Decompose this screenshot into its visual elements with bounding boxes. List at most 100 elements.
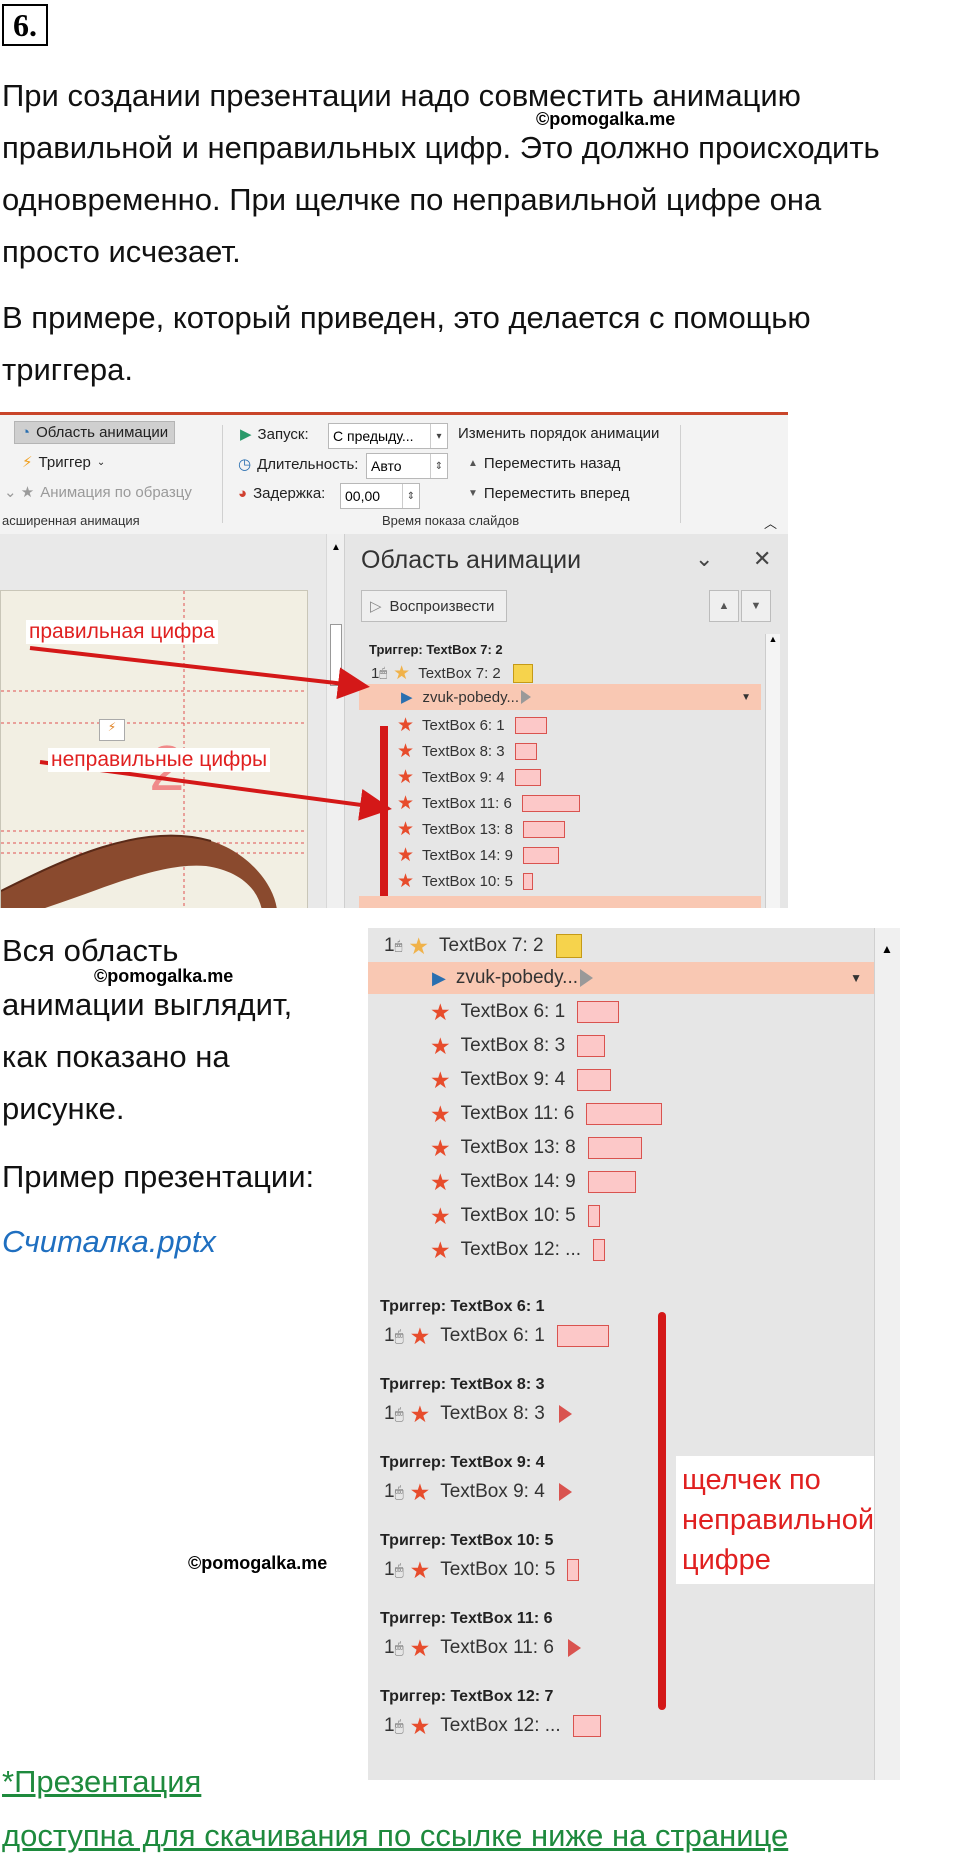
- list-item[interactable]: ★ TextBox 9: 4: [430, 1064, 612, 1096]
- scroll-up-icon[interactable]: ▲: [766, 634, 780, 644]
- list-item[interactable]: 1 🖱 ★ TextBox 7: 2: [371, 660, 761, 686]
- mouse-icon: 🖱: [394, 1561, 404, 1579]
- move-down-button[interactable]: ▼: [741, 590, 771, 622]
- list-item[interactable]: ★ TextBox 14: 9: [430, 1166, 636, 1198]
- effect-label: TextBox 11: 6: [460, 1103, 575, 1124]
- scroll-thumb[interactable]: [330, 624, 342, 686]
- list-item[interactable]: ★ TextBox 8: 3: [430, 1030, 606, 1062]
- pane-scrollbar[interactable]: ▲: [765, 634, 780, 908]
- sequence-number: 1: [384, 1325, 395, 1346]
- intro2-line-2: триггера.: [2, 352, 134, 387]
- effect-label: TextBox 9: 4: [460, 1069, 566, 1090]
- play-label: Воспроизвести: [389, 597, 495, 615]
- star-icon: ★: [409, 1322, 431, 1349]
- star-icon: ★: [409, 1634, 431, 1661]
- mouse-icon: 🖱: [394, 1405, 404, 1423]
- list-item[interactable]: ★ TextBox 9: 4: [397, 764, 541, 790]
- annotation-line: неправильной: [682, 1504, 875, 1536]
- effect-label: TextBox 13: 8: [460, 1137, 576, 1158]
- list-item[interactable]: 1 🖱 ★ TextBox 6: 1: [384, 1320, 609, 1352]
- screenshot-full-animation-pane: 1 🖱 ★ TextBox 7: 2 ▶ zvuk-pobedy... ▼ ★ Te…: [368, 928, 900, 1780]
- delay-field[interactable]: 00,00 ⇕: [340, 483, 420, 509]
- list-item[interactable]: ★ TextBox 12: ...: [430, 1234, 606, 1266]
- timeline-bar: [556, 1325, 609, 1347]
- list-item[interactable]: ★ TextBox 6: 1: [430, 996, 620, 1028]
- footer-link-line-1[interactable]: *Презентация: [2, 1764, 201, 1800]
- list-item[interactable]: ★ TextBox 11: 6: [430, 1098, 663, 1130]
- list-item[interactable]: ★ TextBox 10: 5: [430, 1200, 600, 1232]
- list-item[interactable]: ★ TextBox 14: 9: [397, 842, 559, 868]
- animation-pane: Область анимации ⌄ ✕ ▷ Воспроизвести ▲ ▼…: [344, 534, 788, 908]
- painter-icon: ⌄ ★: [4, 484, 35, 501]
- list-item-selected[interactable]: ▶ zvuk-pobedy... ▼: [368, 962, 874, 994]
- dropdown-arrow-icon[interactable]: ▾: [430, 424, 447, 448]
- footer-link-line-2[interactable]: доступна для скачивания по ссылке ниже н…: [2, 1818, 788, 1854]
- dropdown-arrow-icon[interactable]: ▼: [850, 971, 862, 985]
- play-button[interactable]: ▷ Воспроизвести: [361, 590, 508, 622]
- slide-scrollbar[interactable]: ▲: [326, 534, 345, 908]
- close-icon[interactable]: ✕: [753, 546, 771, 572]
- duration-label: ◷ Длительность:: [238, 455, 358, 474]
- sequence-number: 1: [384, 1481, 395, 1502]
- star-icon: ★: [409, 1712, 431, 1739]
- dropdown-arrow-icon[interactable]: ▼: [741, 692, 751, 703]
- ribbon-separator: [680, 425, 681, 523]
- list-item[interactable]: 1 🖱 ★ TextBox 7: 2: [384, 930, 582, 962]
- star-icon: ★: [397, 792, 415, 814]
- timeline-bar: [555, 934, 582, 958]
- effect-label: TextBox 6: 1: [422, 716, 505, 734]
- middle-line-4: рисунке.: [2, 1091, 125, 1126]
- list-item[interactable]: ★ TextBox 8: 3: [397, 738, 537, 764]
- middle-line-3: как показано на: [2, 1039, 230, 1074]
- effect-label: zvuk-pobedy...: [455, 967, 578, 988]
- trigger-heading: Триггер: TextBox 7: 2: [369, 642, 503, 657]
- scroll-up-icon[interactable]: ▲: [881, 942, 893, 956]
- timeline-bar: [567, 1559, 580, 1581]
- clock-icon: ◷: [238, 456, 252, 473]
- duration-field[interactable]: Авто ⇕: [366, 453, 448, 479]
- collapse-ribbon-icon[interactable]: ︿: [764, 513, 777, 532]
- star-icon: ★: [397, 766, 415, 788]
- trigger-heading: Триггер: TextBox 10: 5: [380, 1532, 554, 1549]
- presentation-file-link[interactable]: Считалка.pptx: [2, 1224, 216, 1260]
- effect-label: TextBox 8: 3: [440, 1403, 545, 1424]
- spinner-icon[interactable]: ⇕: [430, 454, 447, 478]
- pane-scrollbar[interactable]: ▲: [874, 928, 900, 1780]
- star-icon: ★: [430, 1134, 451, 1161]
- start-combo[interactable]: С предыду... ▾: [328, 423, 448, 449]
- trigger-button[interactable]: ⚡ Триггер ⌄: [22, 453, 105, 472]
- triangle-up-icon: ▲: [468, 458, 478, 469]
- delay-label-text: Задержка:: [253, 485, 326, 502]
- list-item[interactable]: 1 🖱 ★ TextBox 10: 5: [384, 1554, 580, 1586]
- list-item-selected[interactable]: ▶ zvuk-pobedy... ▼: [359, 684, 761, 710]
- effect-label: zvuk-pobedy...: [422, 688, 519, 706]
- move-up-button[interactable]: ▲: [709, 590, 739, 622]
- move-back-button[interactable]: ▲ Переместить назад: [468, 455, 620, 472]
- list-item[interactable]: 1 🖱 ★ TextBox 9: 4: [384, 1476, 572, 1508]
- list-item[interactable]: ★ TextBox 11: 6: [397, 790, 580, 816]
- trigger-icon[interactable]: ⚡: [99, 719, 125, 741]
- spinner-icon[interactable]: ⇕: [402, 484, 419, 508]
- sound-marker: [521, 690, 531, 704]
- list-item[interactable]: ★ TextBox 13: 8: [430, 1132, 642, 1164]
- list-item[interactable]: 1 🖱 ★ TextBox 12: ...: [384, 1710, 601, 1742]
- delay-icon: ◕: [238, 485, 248, 502]
- animation-painter-button[interactable]: ⌄ ★ Анимация по образцу: [4, 483, 192, 502]
- sound-marker: [580, 969, 593, 987]
- move-forward-button[interactable]: ▼ Переместить вперед: [468, 485, 630, 502]
- list-item[interactable]: 1 🖱 ★ TextBox 11: 6: [384, 1632, 581, 1664]
- annotation-incorrect-digits: неправильные цифры: [48, 748, 271, 772]
- list-item[interactable]: ★ TextBox 13: 8: [397, 816, 565, 842]
- sequence-number: 1: [371, 664, 380, 682]
- list-item[interactable]: 1 🖱 ★ TextBox 8: 3: [384, 1398, 572, 1430]
- timeline-bar: [514, 768, 541, 786]
- animation-pane-button[interactable]: ◔ Область анимации: [14, 421, 176, 444]
- timeline-bar: [593, 1239, 606, 1261]
- trigger-heading: Триггер: TextBox 11: 6: [380, 1610, 553, 1627]
- list-item[interactable]: ★ TextBox 10: 5: [397, 868, 533, 894]
- list-item[interactable]: ★ TextBox 6: 1: [397, 712, 547, 738]
- chevron-down-icon[interactable]: ⌄: [695, 546, 713, 572]
- play-icon: ▶: [432, 967, 446, 988]
- effect-label: TextBox 7: 2: [439, 935, 544, 956]
- scroll-up-icon[interactable]: ▲: [331, 542, 341, 553]
